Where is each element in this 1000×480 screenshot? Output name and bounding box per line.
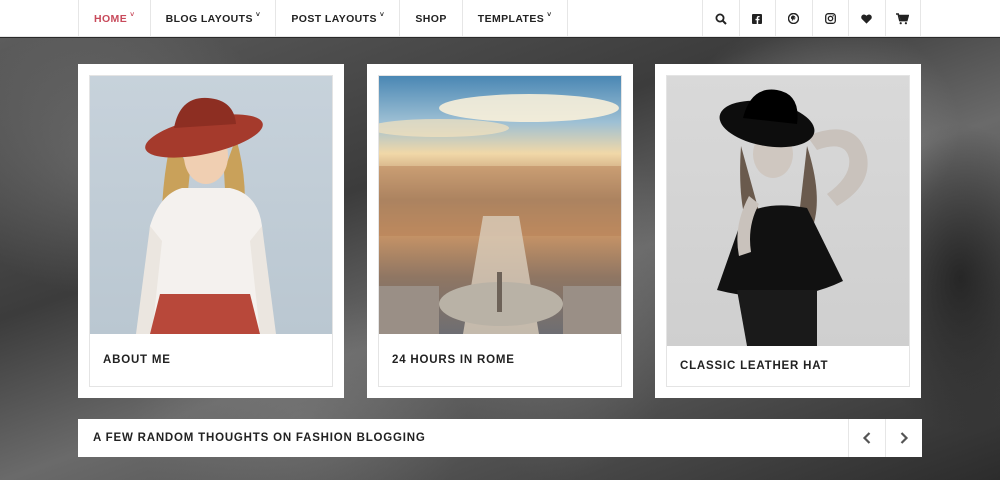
main-menu: HOME ˅ BLOG LAYOUTS ˅ POST LAYOUTS ˅ SHO… xyxy=(78,0,568,37)
card-title: CLASSIC LEATHER HAT xyxy=(680,360,829,372)
woman-in-red-hat-photo xyxy=(90,76,332,334)
instagram-button[interactable] xyxy=(811,0,849,37)
nav-item-templates[interactable]: TEMPLATES ˅ xyxy=(461,0,568,37)
chevron-left-icon xyxy=(862,432,871,444)
wishlist-button[interactable] xyxy=(848,0,885,37)
nav-item-label: TEMPLATES xyxy=(477,12,545,25)
cart-button[interactable] xyxy=(884,0,921,37)
ticker-prev-button[interactable] xyxy=(848,419,885,457)
search-button[interactable] xyxy=(702,0,739,37)
nav-item-shop[interactable]: SHOP xyxy=(399,0,461,37)
top-navigation-bar: HOME ˅ BLOG LAYOUTS ˅ POST LAYOUTS ˅ SHO… xyxy=(0,0,1000,37)
pinterest-button[interactable] xyxy=(775,0,812,37)
featured-post-card[interactable]: CLASSIC LEATHER HAT xyxy=(655,64,921,398)
nav-item-label: BLOG LAYOUTS xyxy=(165,12,253,25)
nav-item-label: SHOP xyxy=(415,12,447,25)
facebook-button[interactable] xyxy=(738,0,776,37)
chevron-down-icon: ˅ xyxy=(379,12,385,19)
facebook-icon xyxy=(752,13,763,24)
ticker-next-button[interactable] xyxy=(885,419,922,457)
cart-icon xyxy=(896,12,910,24)
nav-item-blog-layouts[interactable]: BLOG LAYOUTS ˅ xyxy=(149,0,276,37)
pinterest-icon xyxy=(788,13,800,24)
chevron-down-icon: ˅ xyxy=(130,12,135,19)
nav-item-home[interactable]: HOME ˅ xyxy=(78,0,150,37)
search-icon xyxy=(715,13,727,25)
chevron-down-icon: ˅ xyxy=(547,12,552,19)
featured-post-card[interactable]: ABOUT ME xyxy=(78,64,344,398)
instagram-icon xyxy=(824,13,836,24)
heart-icon xyxy=(861,14,873,24)
header-icons xyxy=(702,0,921,37)
woman-in-black-hat-photo xyxy=(667,76,909,346)
featured-post-card[interactable]: 24 HOURS IN ROME xyxy=(367,64,633,398)
ticker-headline[interactable]: A FEW RANDOM THOUGHTS ON FASHION BLOGGIN… xyxy=(78,432,848,444)
nav-item-label: HOME xyxy=(94,12,128,25)
news-ticker: A FEW RANDOM THOUGHTS ON FASHION BLOGGIN… xyxy=(78,419,922,457)
nav-item-label: POST LAYOUTS xyxy=(291,12,377,25)
chevron-down-icon: ˅ xyxy=(255,12,261,19)
chevron-right-icon xyxy=(900,432,909,444)
nav-item-post-layouts[interactable]: POST LAYOUTS ˅ xyxy=(275,0,399,37)
rome-aerial-view-photo xyxy=(379,76,621,334)
card-title: 24 HOURS IN ROME xyxy=(392,354,515,366)
card-title: ABOUT ME xyxy=(103,354,171,366)
